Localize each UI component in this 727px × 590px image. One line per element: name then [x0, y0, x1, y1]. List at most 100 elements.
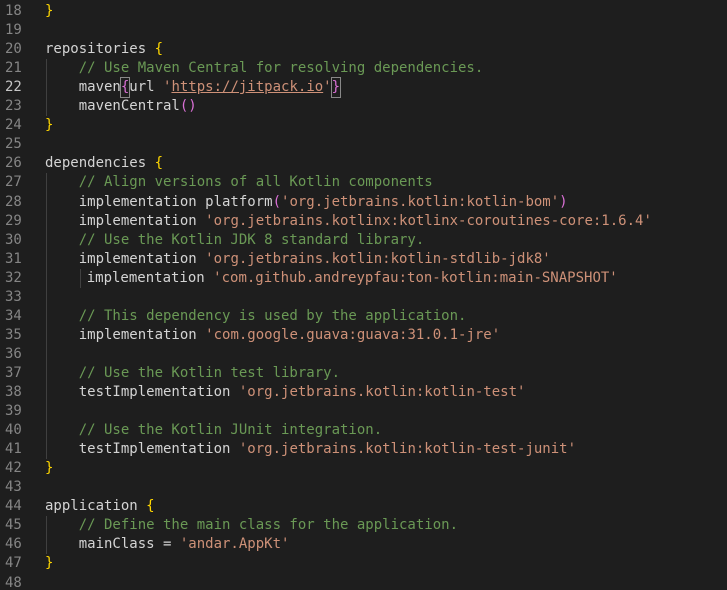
code-text[interactable]: // Use Maven Central for resolving depen… [45, 59, 484, 78]
code-line[interactable]: 27 // Align versions of all Kotlin compo… [0, 173, 727, 192]
line-number: 22 [5, 79, 22, 96]
code-token: { [154, 155, 164, 172]
code-line[interactable]: 34 // This dependency is used by the app… [0, 307, 727, 326]
line-number: 19 [5, 22, 22, 39]
code-text[interactable]: implementation 'org.jetbrains.kotlin:kot… [45, 250, 551, 269]
code-text[interactable]: // Use the Kotlin JDK 8 standard library… [45, 231, 425, 250]
line-number: 47 [5, 555, 22, 572]
line-number: 23 [5, 98, 22, 115]
code-token: 'andar.AppKt' [179, 536, 290, 553]
code-token: mavenCentral [45, 98, 180, 115]
code-text[interactable]: implementation 'com.google.guava:guava:3… [45, 326, 500, 345]
code-line[interactable]: 38 testImplementation 'org.jetbrains.kot… [0, 383, 727, 402]
code-text[interactable]: implementation 'com.github.andreypfau:to… [53, 269, 618, 288]
code-text[interactable]: // Define the main class for the applica… [45, 516, 458, 535]
code-token: implementation [53, 269, 214, 286]
code-token: () [179, 98, 197, 115]
code-text[interactable]: repositories { [45, 40, 163, 59]
code-line[interactable]: 37 // Use the Kotlin test library. [0, 364, 727, 383]
code-line[interactable]: 19 [0, 21, 727, 40]
line-number: 40 [5, 422, 22, 439]
code-token: // Use Maven Central for resolving depen… [45, 60, 484, 77]
line-number: 37 [5, 364, 22, 381]
code-token: implementation [45, 250, 206, 267]
line-number: 29 [5, 212, 22, 229]
code-text[interactable]: mavenCentral() [45, 97, 197, 116]
code-line[interactable]: 32 implementation 'com.github.andreypfau… [0, 269, 727, 288]
code-token: ' [323, 79, 332, 96]
code-line[interactable]: 25 [0, 135, 727, 154]
code-text[interactable]: } [45, 116, 53, 135]
code-line[interactable]: 23 mavenCentral() [0, 97, 727, 116]
line-number: 25 [5, 136, 22, 153]
code-line[interactable]: 28 implementation platform('org.jetbrain… [0, 193, 727, 212]
line-number: 20 [5, 41, 22, 58]
line-number: 41 [5, 441, 22, 458]
line-number: 44 [5, 498, 22, 515]
line-number: 42 [5, 460, 22, 477]
code-token: ( [272, 193, 282, 210]
code-line[interactable]: 30 // Use the Kotlin JDK 8 standard libr… [0, 231, 727, 250]
code-line[interactable]: 18} [0, 2, 727, 21]
code-token: testImplementation [45, 384, 239, 400]
code-line[interactable]: 43 [0, 478, 727, 497]
code-line[interactable]: 26 dependencies { [0, 154, 727, 173]
code-text[interactable]: // Align versions of all Kotlin componen… [45, 173, 433, 192]
code-text[interactable]: implementation platform('org.jetbrains.k… [45, 193, 568, 212]
line-number: 18 [5, 3, 22, 19]
code-line[interactable]: 48 [0, 574, 727, 590]
code-line[interactable]: 42} [0, 459, 727, 478]
code-line[interactable]: 29 implementation 'org.jetbrains.kotlinx… [0, 212, 727, 231]
code-text[interactable]: application { [45, 497, 155, 516]
code-line[interactable]: 36 [0, 345, 727, 364]
code-text[interactable]: } [45, 554, 53, 573]
line-number: 36 [5, 345, 22, 362]
code-text[interactable]: testImplementation 'org.jetbrains.kotlin… [45, 383, 526, 402]
code-token: dependencies [45, 155, 155, 172]
code-text[interactable]: mainClass = 'andar.AppKt' [45, 535, 290, 554]
code-token: // Define the main class for the applica… [45, 517, 459, 534]
code-line[interactable]: 33 [0, 288, 727, 307]
code-text[interactable]: // Use the Kotlin test library. [45, 364, 340, 383]
indent-guide [46, 516, 47, 555]
code-token: 'com.google.guava:guava:31.0.1-jre' [205, 326, 501, 343]
code-editor[interactable]: 18} 19 20 repositories {21 // Use Maven Cen… [0, 0, 727, 590]
line-number: 24 [5, 117, 22, 134]
code-text[interactable]: } [45, 459, 53, 478]
code-line[interactable]: 46 mainClass = 'andar.AppKt' [0, 535, 727, 554]
code-line[interactable]: 31 implementation 'org.jetbrains.kotlin:… [0, 250, 727, 269]
code-line[interactable]: 45 // Define the main class for the appl… [0, 516, 727, 535]
code-line[interactable]: 44 application { [0, 497, 727, 516]
code-line[interactable]: 39 [0, 402, 727, 421]
line-number: 31 [5, 250, 22, 267]
code-token: repositories [45, 41, 155, 58]
code-text[interactable]: implementation 'org.jetbrains.kotlinx:ko… [45, 212, 652, 231]
code-token: application [45, 498, 147, 515]
code-token: url [129, 79, 164, 96]
code-text[interactable]: dependencies { [45, 154, 163, 173]
code-text[interactable]: testImplementation 'org.jetbrains.kotlin… [45, 440, 576, 459]
code-line[interactable]: 35 implementation 'com.google.guava:guav… [0, 326, 727, 345]
code-line[interactable]: 24} [0, 116, 727, 135]
code-line[interactable]: 47} [0, 554, 727, 573]
indent-guide [46, 173, 47, 460]
code-line[interactable]: 20 repositories { [0, 40, 727, 59]
line-number: 46 [5, 536, 22, 553]
line-number: 33 [5, 288, 22, 305]
code-text[interactable]: } [45, 2, 53, 21]
code-token: mainClass = [45, 536, 180, 553]
code-line[interactable]: 40 // Use the Kotlin JUnit integration. [0, 421, 727, 440]
indent-guide [46, 59, 47, 117]
code-token: implementation [45, 326, 206, 343]
line-number: 43 [5, 479, 22, 496]
code-token: 'org.jetbrains.kotlin:kotlin-test' [238, 384, 526, 400]
indent-guide [80, 268, 81, 288]
code-token: 'com.github.andreypfau:ton-kotlin:main-S… [213, 269, 618, 286]
code-token: 'org.jetbrains.kotlin:kotlin-bom' [281, 193, 560, 210]
code-line[interactable]: 22 maven{url 'https://jitpack.io'} [0, 77, 727, 99]
code-text[interactable]: maven{url 'https://jitpack.io'} [45, 77, 342, 99]
code-text[interactable]: // Use the Kotlin JUnit integration. [45, 421, 382, 440]
code-line[interactable]: 21 // Use Maven Central for resolving de… [0, 59, 727, 78]
code-line[interactable]: 41 testImplementation 'org.jetbrains.kot… [0, 440, 727, 459]
code-text[interactable]: // This dependency is used by the applic… [45, 307, 467, 326]
